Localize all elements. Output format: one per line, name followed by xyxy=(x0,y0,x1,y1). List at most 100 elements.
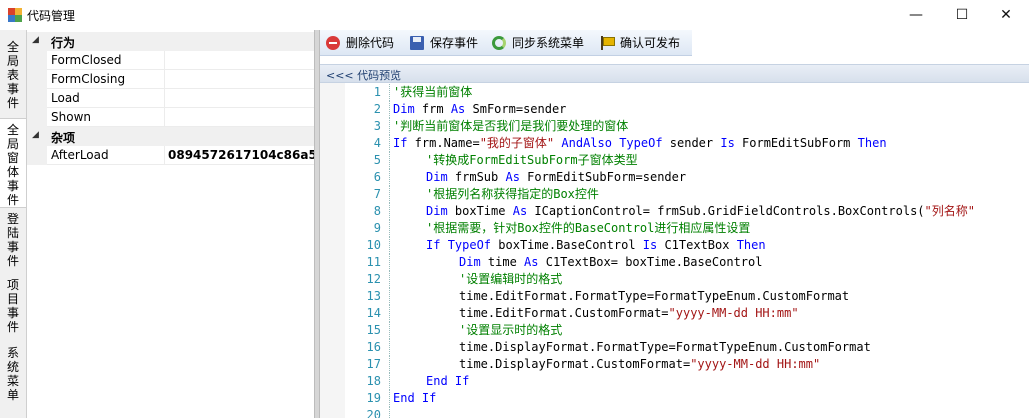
code-text: Dim time As C1TextBox= boxTime.BaseContr… xyxy=(459,254,762,271)
collapse-arrow-icon[interactable]: ◢ xyxy=(32,35,39,45)
line-number: 14 xyxy=(366,306,381,320)
code-token: Then xyxy=(857,136,887,150)
property-name: FormClosed xyxy=(47,51,165,70)
delete-icon xyxy=(326,36,340,50)
code-text: '判断当前窗体是否我们是我们要处理的窗体 xyxy=(393,118,628,135)
property-grid: ◢ 行为 FormClosed FormClosing Load Shown ◢… xyxy=(27,30,314,418)
indent-guide xyxy=(389,203,390,220)
code-line: 17 time.DisplayFormat.CustomFormat="yyyy-… xyxy=(345,356,1029,373)
indent-guide xyxy=(389,390,390,407)
code-line: 2 Dim frm As SmForm=sender xyxy=(345,101,1029,118)
maximize-button[interactable]: ☐ xyxy=(939,0,985,30)
code-token: sender xyxy=(662,136,721,150)
property-row[interactable]: Load xyxy=(27,89,314,108)
code-text: If TypeOf boxTime.BaseControl Is C1TextB… xyxy=(426,237,766,254)
indent-guide xyxy=(389,169,390,186)
code-token: '判断当前窗体是否我们是我们要处理的窗体 xyxy=(393,119,629,133)
code-token: End If xyxy=(426,374,470,388)
sync-icon xyxy=(492,36,506,50)
code-token: Dim xyxy=(393,102,415,116)
code-token: '根据列名称获得指定的Box控件 xyxy=(426,187,599,201)
code-text: '获得当前窗体 xyxy=(393,84,472,101)
property-value[interactable] xyxy=(165,51,314,70)
indent-guide xyxy=(389,220,390,237)
property-value[interactable] xyxy=(165,70,314,89)
delete-code-button[interactable]: 删除代码 xyxy=(326,34,404,52)
property-row[interactable]: AfterLoad 0894572617104c86a5719 xyxy=(27,146,314,165)
code-token: TypeOf xyxy=(447,238,492,252)
tab-label: 全局窗体事件 xyxy=(6,123,19,207)
code-text: Dim boxTime As ICaptionControl= frmSub.G… xyxy=(426,203,975,220)
code-token: If xyxy=(426,238,441,252)
property-row[interactable]: Shown xyxy=(27,108,314,127)
line-number: 2 xyxy=(373,102,381,116)
code-token: '设置显示时的格式 xyxy=(459,323,563,337)
category-misc[interactable]: ◢ 杂项 xyxy=(27,127,314,146)
code-token: SmForm=sender xyxy=(465,102,567,116)
indent-guide xyxy=(389,237,390,254)
code-token: time.EditFormat.CustomFormat= xyxy=(459,306,669,320)
code-token: AndAlso xyxy=(561,136,612,150)
tab-label: 登陆事件 xyxy=(6,212,19,268)
line-number: 1 xyxy=(373,85,381,99)
code-token: frmSub xyxy=(447,170,506,184)
code-line: 13 time.EditFormat.FormatType=FormatTypeE… xyxy=(345,288,1029,305)
code-editor[interactable]: 1 '获得当前窗体 2 Dim frm As SmForm=sender 3 '判断当前窗… xyxy=(320,83,1029,418)
code-token: "yyyy-MM-dd HH:mm" xyxy=(668,306,799,320)
publish-label: 确认可发布 xyxy=(620,36,681,50)
code-line: 16 time.DisplayFormat.FormatType=FormatTy… xyxy=(345,339,1029,356)
save-event-button[interactable]: 保存事件 xyxy=(410,34,488,52)
code-text: '转换成FormEditSubForm子窗体类型 xyxy=(426,152,638,169)
property-row[interactable]: FormClosed xyxy=(27,51,314,70)
code-token: End If xyxy=(393,391,437,405)
property-value[interactable]: 0894572617104c86a5719 xyxy=(165,146,314,165)
code-token: FormEditSubForm xyxy=(734,136,858,150)
sync-menu-button[interactable]: 同步系统菜单 xyxy=(492,34,592,52)
indent-guide xyxy=(389,152,390,169)
tab-login-events[interactable]: 登陆事件 xyxy=(0,212,26,272)
code-token: "yyyy-MM-dd HH:mm" xyxy=(690,357,821,371)
code-token: '设置编辑时的格式 xyxy=(459,272,563,286)
tab-system-menu[interactable]: 系统菜单 xyxy=(0,346,26,412)
code-line: 14 time.EditFormat.CustomFormat="yyyy-MM-… xyxy=(345,305,1029,322)
code-token: Is xyxy=(642,238,658,252)
line-number: 11 xyxy=(366,255,381,269)
property-row[interactable]: FormClosing xyxy=(27,70,314,89)
property-value[interactable] xyxy=(165,108,314,127)
line-number: 4 xyxy=(373,136,381,150)
code-token: time.DisplayFormat.CustomFormat= xyxy=(459,357,691,371)
code-token: boxTime.BaseControl xyxy=(491,238,643,252)
publish-button[interactable]: 确认可发布 xyxy=(600,34,688,52)
code-line: 19 End If xyxy=(345,390,1029,407)
code-token: frm.Name= xyxy=(407,136,480,150)
code-preview-header[interactable]: <<< 代码预览 xyxy=(320,64,1029,83)
code-line: 18 End If xyxy=(345,373,1029,390)
sync-menu-label: 同步系统菜单 xyxy=(512,36,585,50)
minimize-button[interactable]: — xyxy=(893,0,939,30)
line-number: 15 xyxy=(366,323,381,337)
code-text: '根据列名称获得指定的Box控件 xyxy=(426,186,599,203)
close-button[interactable]: ✕ xyxy=(983,0,1029,30)
delete-code-label: 删除代码 xyxy=(346,36,395,50)
category-behavior[interactable]: ◢ 行为 xyxy=(27,32,314,51)
tab-global-table-events[interactable]: 全局表事件 xyxy=(0,40,26,112)
code-token: If xyxy=(393,136,408,150)
tab-project-events[interactable]: 项目事件 xyxy=(0,278,26,338)
code-token: Dim xyxy=(459,255,481,269)
code-text: If frm.Name="我的子窗体" AndAlso TypeOf sende… xyxy=(393,135,887,152)
property-name: FormClosing xyxy=(47,70,165,89)
indent-guide xyxy=(389,271,390,288)
line-number: 18 xyxy=(366,374,381,388)
collapse-arrow-icon[interactable]: ◢ xyxy=(32,130,39,140)
code-token: Then xyxy=(736,238,766,252)
indent-guide xyxy=(389,356,390,373)
code-line: 15 '设置显示时的格式 xyxy=(345,322,1029,339)
code-token: Dim xyxy=(426,204,448,218)
line-number: 10 xyxy=(366,238,381,252)
code-line: 4 If frm.Name="我的子窗体" AndAlso TypeOf send… xyxy=(345,135,1029,152)
tab-global-form-events[interactable]: 全局窗体事件 xyxy=(0,118,26,208)
code-line: 10 If TypeOf boxTime.BaseControl Is C1Tex… xyxy=(345,237,1029,254)
code-text: '设置显示时的格式 xyxy=(459,322,562,339)
property-value[interactable] xyxy=(165,89,314,108)
